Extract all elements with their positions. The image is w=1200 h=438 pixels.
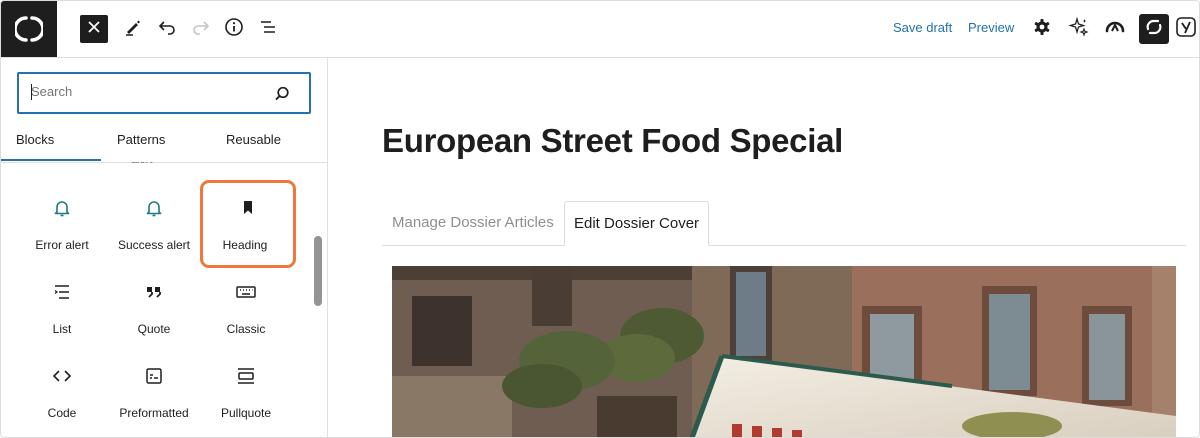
list-icon [50,280,74,304]
block-item-success-alert[interactable]: Success alert [108,180,200,264]
editor-window: Save draft Preview Search Blocks Pattern… [0,0,1200,438]
block-item-label: Quote [137,322,171,336]
quote-icon [142,280,166,304]
tools-button[interactable] [117,13,149,45]
pencil-icon [123,17,143,42]
block-list: alert Error alert Succ [1,162,311,437]
close-inserter-button[interactable] [80,15,108,43]
block-item-list[interactable]: List [16,264,108,348]
tab-patterns[interactable]: Patterns [117,132,165,147]
bell-icon [142,196,166,220]
cover-image[interactable] [392,266,1176,437]
sparkle-icon [1068,16,1090,43]
bell-icon [50,196,74,220]
block-item-label: Error alert [35,238,89,252]
code-icon [50,364,74,388]
info-icon [224,17,244,42]
block-item-pullquote[interactable]: Pullquote [200,348,292,432]
block-inserter-panel: Blocks Patterns Reusable alert Error ale… [1,58,328,437]
list-view-icon [258,17,278,42]
block-item-label: alert [131,162,152,166]
editor-canvas: European Street Food Special Manage Doss… [328,58,1199,437]
save-draft-button[interactable]: Save draft [893,20,952,35]
block-item-code[interactable]: Code [16,348,108,432]
details-button[interactable] [218,13,250,45]
block-item-label: List [52,322,72,336]
ai-assistant-button[interactable] [1063,13,1095,45]
yoast-icon [1175,16,1197,43]
search-input[interactable] [31,84,261,99]
settings-icon [1032,17,1052,42]
bookmark-icon [236,196,260,220]
tab-manage-dossier-articles[interactable]: Manage Dossier Articles [382,201,564,244]
tab-edit-dossier-cover[interactable]: Edit Dossier Cover [564,201,710,246]
list-view-button[interactable] [252,13,284,45]
keyboard-icon [234,280,258,304]
block-item-quote[interactable]: Quote [108,264,200,348]
performance-button[interactable] [1099,13,1131,45]
block-item-classic[interactable]: Classic [200,264,292,348]
search-box [17,72,311,114]
search-icon[interactable] [273,85,291,103]
pullquote-icon [234,364,258,388]
dossier-tabs: Manage Dossier Articles Edit Dossier Cov… [382,201,1186,246]
plugin-button[interactable] [1139,14,1169,44]
block-item-label: Code [47,406,77,420]
block-item-label: Classic [226,322,266,336]
undo-button[interactable] [151,13,183,45]
post-title[interactable]: European Street Food Special [382,122,843,160]
yoast-button[interactable] [1173,13,1199,45]
preformatted-icon [142,364,166,388]
block-item-preformatted[interactable]: Preformatted [108,348,200,432]
active-tab-indicator [1,159,101,161]
redo-button[interactable] [185,13,217,45]
tab-reusable[interactable]: Reusable [226,132,281,147]
preview-button[interactable]: Preview [968,20,1014,35]
logo-icon[interactable] [1,1,57,57]
block-item-label: Success alert [117,238,191,252]
close-icon [88,20,100,38]
top-toolbar: Save draft Preview [1,1,1199,58]
block-item-error-alert[interactable]: Error alert [16,180,108,264]
plugin-icon [1144,17,1164,42]
inserter-tabs: Blocks Patterns Reusable [1,128,327,163]
undo-icon [157,17,177,42]
block-item-label: Pullquote [220,406,272,420]
scrollbar-thumb[interactable] [314,236,322,306]
settings-button[interactable] [1026,13,1058,45]
text-caret [31,84,32,100]
block-item-heading[interactable]: Heading [200,180,296,268]
redo-icon [191,17,211,42]
block-item-label: Preformatted [119,406,189,420]
performance-icon [1104,16,1126,43]
block-item-label: Heading [222,238,268,252]
tab-blocks[interactable]: Blocks [16,132,54,147]
